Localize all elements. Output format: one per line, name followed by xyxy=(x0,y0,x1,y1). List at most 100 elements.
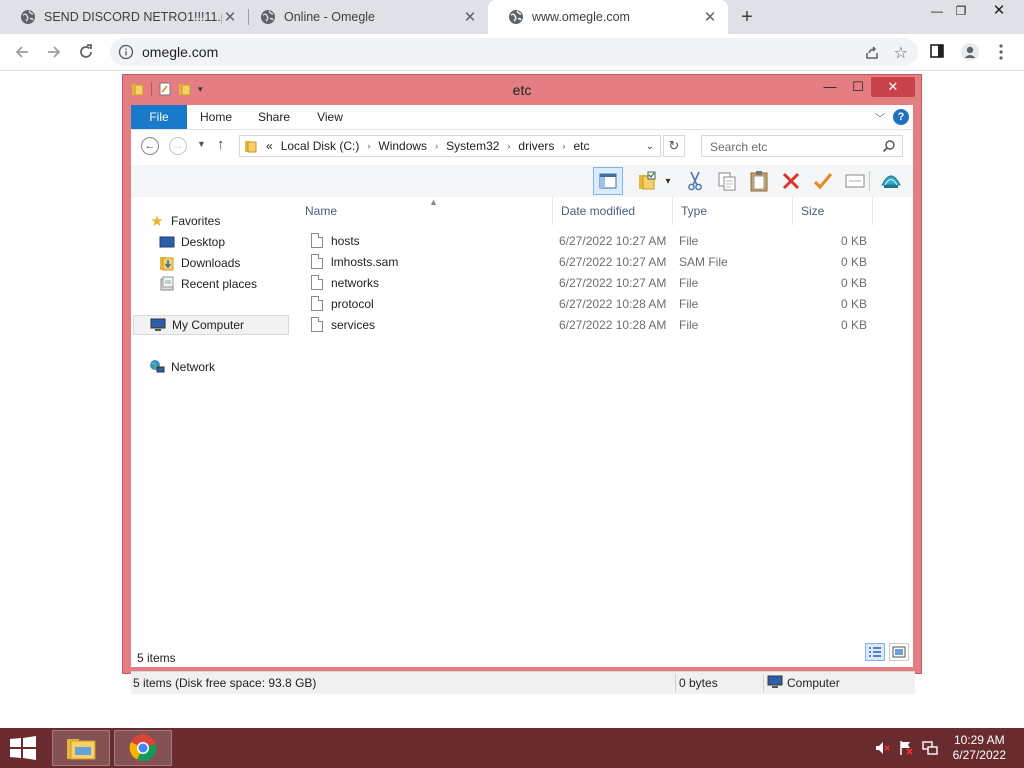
file-row-hosts[interactable]: hosts 6/27/2022 10:27 AM File 0 KB xyxy=(297,231,897,252)
taskbar-chrome-button[interactable] xyxy=(114,730,172,766)
side-panel-icon[interactable] xyxy=(930,44,944,58)
close-tab-icon[interactable]: ✕ xyxy=(222,9,238,26)
breadcrumb-separator-icon[interactable]: › xyxy=(507,141,510,151)
bookmark-star-icon[interactable]: ☆ xyxy=(894,43,908,63)
browser-tab[interactable]: Online - Omegle ✕ xyxy=(240,0,488,34)
column-header-type[interactable]: Type xyxy=(673,197,793,225)
address-bar[interactable]: omegle.com ☆ xyxy=(110,38,918,66)
network-status-icon[interactable] xyxy=(922,740,938,756)
status-bytes: 0 bytes xyxy=(679,676,718,690)
windows-start-icon[interactable] xyxy=(8,736,38,760)
search-icon[interactable] xyxy=(882,139,896,153)
preview-pane-button[interactable] xyxy=(593,167,623,195)
refresh-button[interactable]: ↻ xyxy=(663,135,685,157)
maximize-icon[interactable]: ☐ xyxy=(845,77,871,97)
window-title: etc xyxy=(512,82,532,98)
file-row-protocol[interactable]: protocol 6/27/2022 10:28 AM File 0 KB xyxy=(297,294,897,315)
tab-file[interactable]: File xyxy=(131,105,187,129)
nav-favorites[interactable]: ★ Favorites xyxy=(149,211,220,231)
file-date: 6/27/2022 10:27 AM xyxy=(559,255,667,269)
breadcrumb-separator-icon[interactable]: › xyxy=(562,141,565,151)
clock-date: 6/27/2022 xyxy=(952,748,1006,762)
scissors-icon xyxy=(688,171,702,191)
taskbar-file-explorer-button[interactable] xyxy=(52,730,110,766)
breadcrumb-system32[interactable]: System32 xyxy=(446,139,499,153)
large-icons-view-button[interactable] xyxy=(889,643,909,661)
column-header-date-modified[interactable]: Date modified xyxy=(553,197,673,225)
file-row-services[interactable]: services 6/27/2022 10:28 AM File 0 KB xyxy=(297,315,897,336)
breadcrumb-prefix[interactable]: « xyxy=(266,139,273,153)
action-center-flag-icon[interactable] xyxy=(898,740,914,756)
nav-desktop[interactable]: Desktop xyxy=(159,232,225,252)
browser-tab-active[interactable]: www.omegle.com ✕ xyxy=(488,0,728,34)
file-type: File xyxy=(679,318,699,332)
volume-muted-icon[interactable] xyxy=(874,740,890,756)
close-icon[interactable]: ✕ xyxy=(984,0,1014,22)
copy-button[interactable] xyxy=(715,169,739,193)
kebab-menu-icon[interactable] xyxy=(998,44,1004,60)
address-dropdown-icon[interactable]: ⌄ xyxy=(646,141,654,152)
clipboard-icon xyxy=(750,171,768,192)
clock-time: 10:29 AM xyxy=(953,733,1005,747)
shell-button[interactable] xyxy=(879,169,903,193)
breadcrumb[interactable]: « Local Disk (C:) › Windows › System32 ›… xyxy=(239,135,661,157)
profile-avatar-icon[interactable] xyxy=(960,42,980,62)
tab-share[interactable]: Share xyxy=(249,105,299,129)
breadcrumb-separator-icon[interactable]: › xyxy=(435,141,438,151)
url-text[interactable]: omegle.com xyxy=(142,44,218,60)
details-view-button[interactable] xyxy=(865,643,885,661)
forward-button[interactable]: → xyxy=(169,137,187,155)
cut-button[interactable] xyxy=(683,169,707,193)
system-clock[interactable]: 10:29 AM 6/27/2022 xyxy=(953,733,1006,763)
reload-button[interactable] xyxy=(74,40,98,64)
tab-home[interactable]: Home xyxy=(191,105,241,129)
breadcrumb-drivers[interactable]: drivers xyxy=(518,139,554,153)
window-titlebar[interactable]: ▾ etc — ☐ ✕ xyxy=(123,75,921,105)
file-list: Name ▲ Date modified Type Size hosts 6/2… xyxy=(297,197,913,637)
share-icon[interactable] xyxy=(864,44,880,60)
recent-locations-chevron-icon[interactable]: ▼ xyxy=(197,139,206,149)
back-button[interactable] xyxy=(10,40,34,64)
file-type: File xyxy=(679,297,699,311)
close-tab-icon[interactable]: ✕ xyxy=(702,9,718,26)
column-header-name[interactable]: Name xyxy=(297,197,553,225)
file-explorer-icon xyxy=(67,739,96,760)
file-row-networks[interactable]: networks 6/27/2022 10:27 AM File 0 KB xyxy=(297,273,897,294)
forward-button[interactable] xyxy=(42,40,66,64)
help-icon[interactable]: ? xyxy=(893,109,909,125)
info-icon[interactable] xyxy=(118,44,134,60)
breadcrumb-windows[interactable]: Windows xyxy=(378,139,427,153)
expand-ribbon-icon[interactable]: ﹀ xyxy=(875,110,885,125)
breadcrumb-etc[interactable]: etc xyxy=(573,139,589,153)
properties-button[interactable] xyxy=(843,169,867,193)
desktop-icon xyxy=(159,236,175,248)
minimize-icon[interactable]: — xyxy=(817,77,843,97)
browser-tab-strip: SEND DISCORD NETRO1!!!11.png ✕ Online - … xyxy=(0,0,1024,34)
rename-button[interactable] xyxy=(811,169,835,193)
paste-button[interactable] xyxy=(747,169,771,193)
restore-icon[interactable]: ❐ xyxy=(946,0,976,22)
delete-button[interactable] xyxy=(779,169,803,193)
browser-tab[interactable]: SEND DISCORD NETRO1!!!11.png ✕ xyxy=(0,0,248,34)
tab-view[interactable]: View xyxy=(305,105,355,129)
folder-options-button[interactable] xyxy=(635,169,659,193)
breadcrumb-separator-icon[interactable]: › xyxy=(367,141,370,151)
nav-recent-places[interactable]: Recent places xyxy=(159,274,257,294)
close-tab-icon[interactable]: ✕ xyxy=(462,9,478,26)
dropdown-chevron-icon[interactable]: ▾ xyxy=(661,169,675,193)
up-arrow-icon[interactable]: ↑ xyxy=(217,136,225,153)
delete-x-icon xyxy=(782,172,800,190)
breadcrumb-local-disk[interactable]: Local Disk (C:) xyxy=(281,139,360,153)
nav-downloads[interactable]: Downloads xyxy=(159,253,240,273)
column-header-size[interactable]: Size xyxy=(793,197,873,225)
file-row-lmhosts[interactable]: lmhosts.sam 6/27/2022 10:27 AM SAM File … xyxy=(297,252,897,273)
nav-network[interactable]: Network xyxy=(149,357,215,377)
search-input[interactable]: Search etc xyxy=(701,135,903,157)
close-window-icon[interactable]: ✕ xyxy=(871,77,915,97)
new-tab-button[interactable]: + xyxy=(736,6,758,28)
item-count: 5 items xyxy=(137,651,176,665)
nav-my-computer[interactable]: My Computer xyxy=(133,315,289,335)
divider xyxy=(675,674,676,692)
navigation-pane: ★ Favorites Desktop Downloads Recent pla… xyxy=(131,197,291,637)
back-button[interactable]: ← xyxy=(141,137,159,155)
